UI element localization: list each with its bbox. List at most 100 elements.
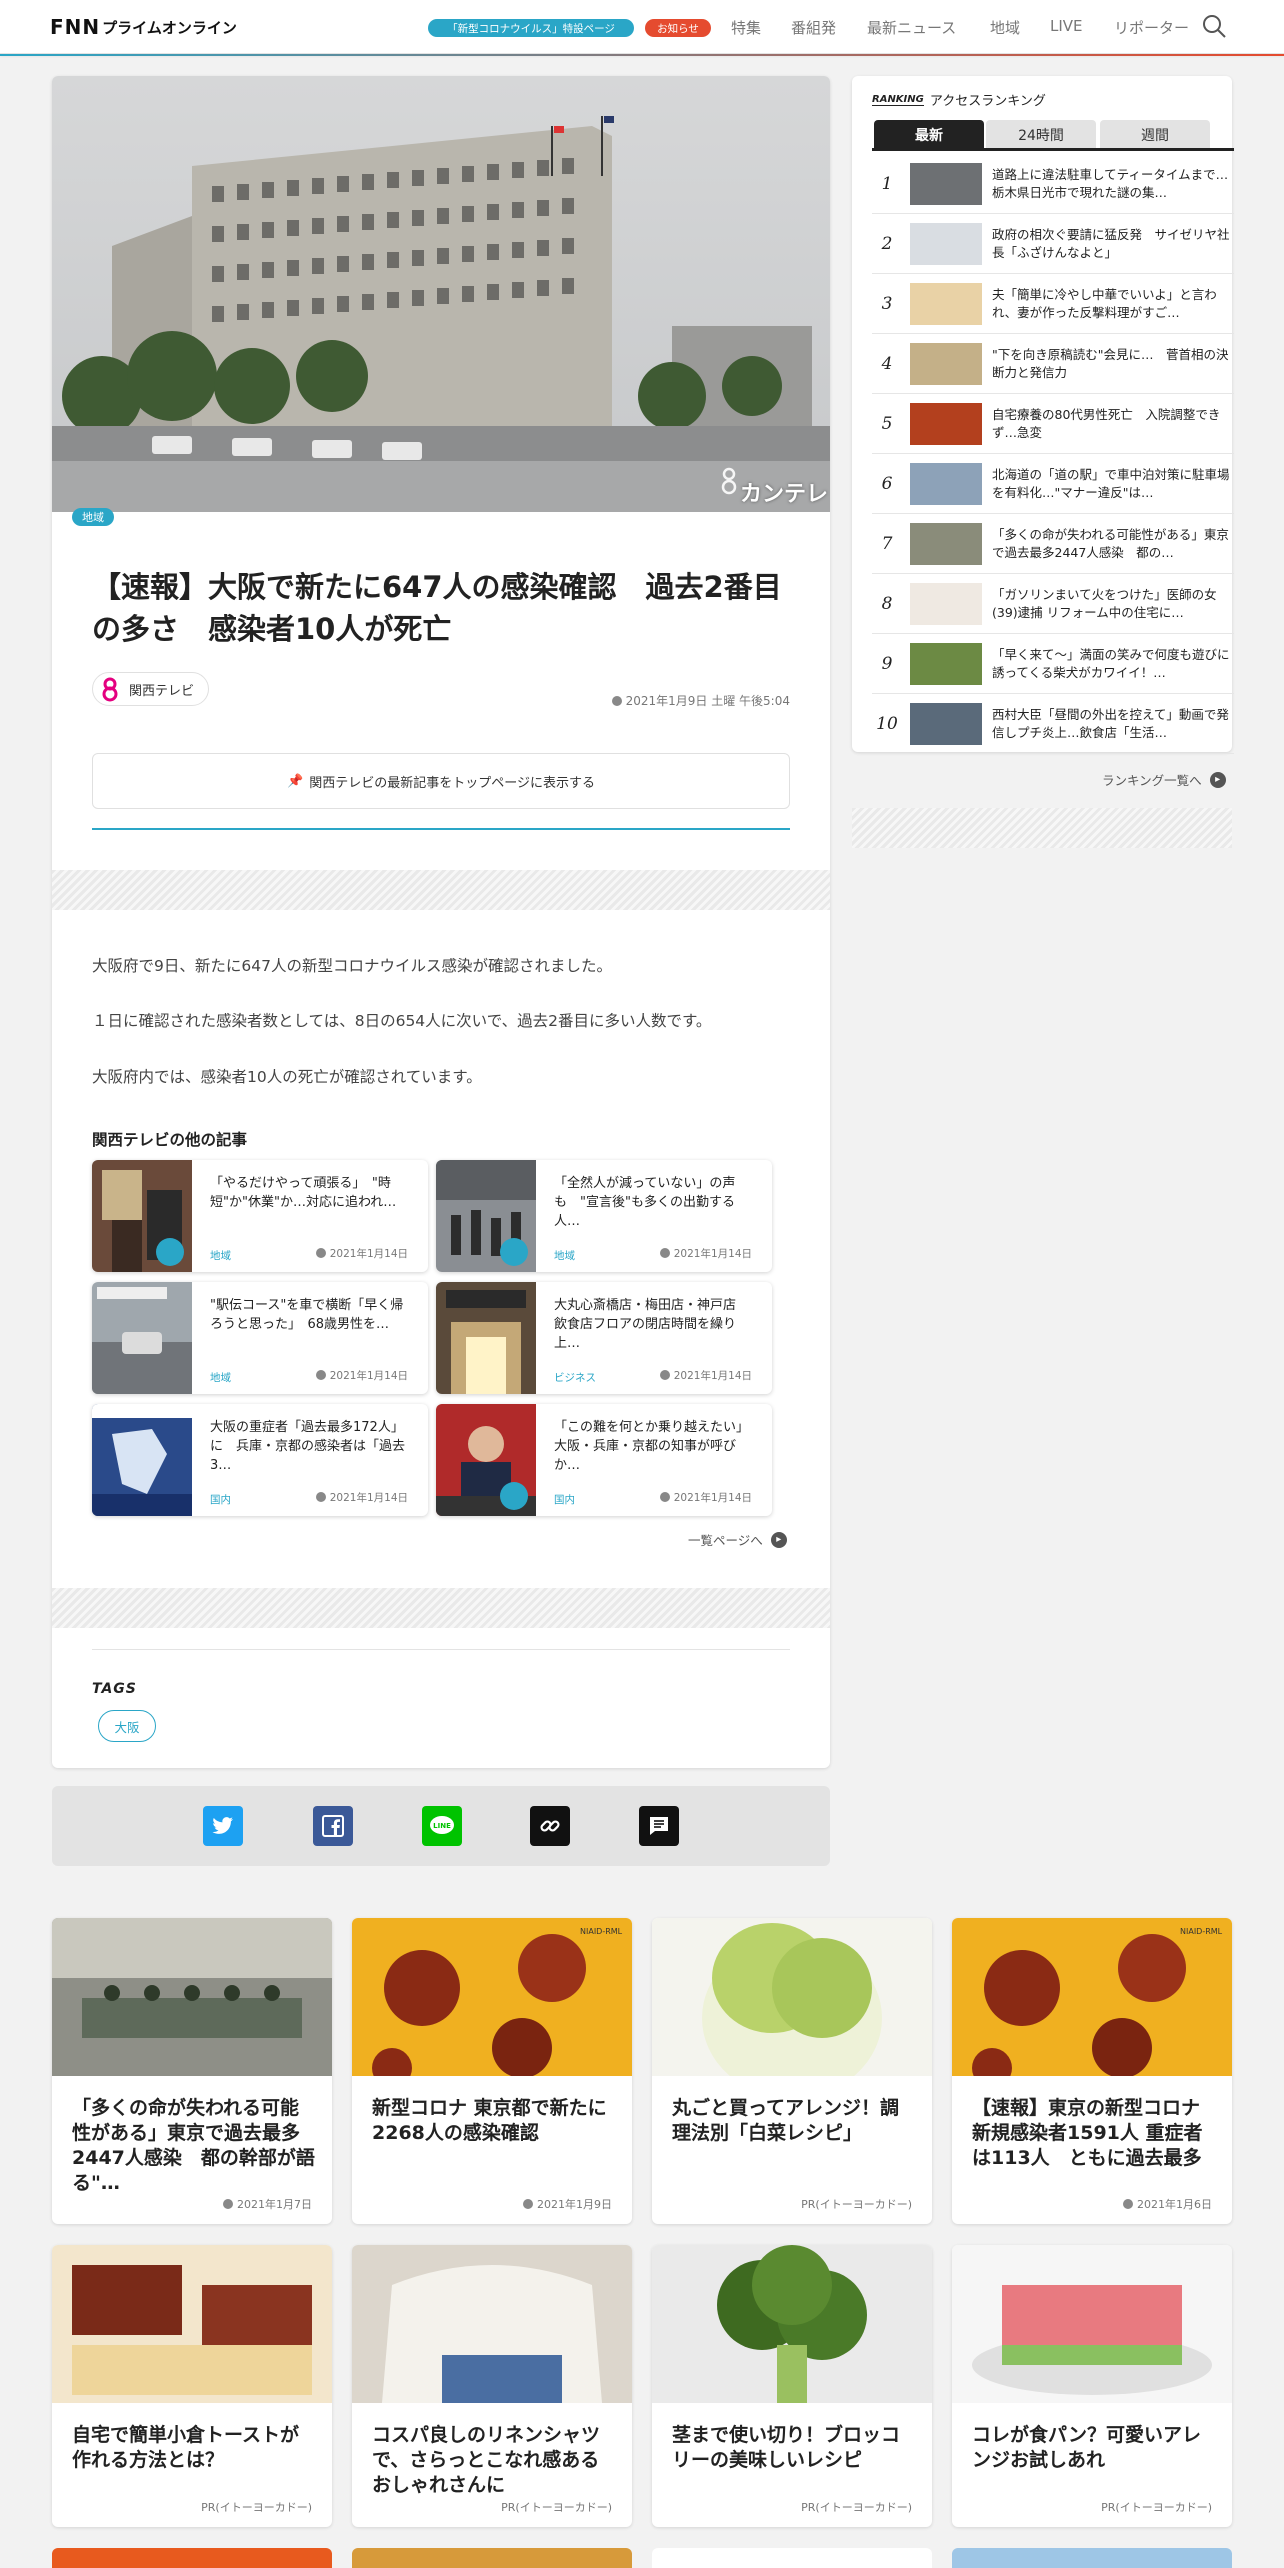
video-icon: [500, 1482, 528, 1510]
comment-icon: [650, 1817, 668, 1835]
grid-thumbnail: [52, 2245, 332, 2403]
tag-chip[interactable]: 大阪: [98, 1710, 156, 1742]
ranking-item[interactable]: 5 自宅療養の80代男性死亡 入院調整できず…急変: [872, 394, 1234, 454]
divider: [92, 828, 790, 830]
tags-heading: TAGS: [92, 1681, 137, 1697]
twitter-share-button[interactable]: [203, 1806, 243, 1846]
tab-weekly[interactable]: 週間: [1100, 120, 1210, 150]
related-article[interactable]: 大丸心斎橋店・梅田店・神戸店 飲食店フロアの閉店時間を繰り上… ビジネス 202…: [436, 1282, 772, 1394]
body-paragraph: 大阪府で9日、新たに647人の新型コロナウイルス感染が確認されました。: [92, 957, 612, 975]
facebook-icon: [322, 1815, 344, 1837]
rank-title: 「早く来て～」満面の笑みで何度も遊びに誘ってくる柴犬がカワイイ！…: [992, 647, 1230, 680]
related-article[interactable]: "駅伝コース"を車で横断「早く帰ろうと思った」 68歳男性を… 地域 2021年…: [92, 1282, 428, 1394]
rank-number: 5: [881, 414, 893, 434]
broadcaster-watermark: カンテレ: [740, 482, 829, 507]
related-category: 地域: [210, 1250, 231, 1262]
rank-thumbnail: [910, 643, 982, 685]
ranking-item[interactable]: 1 道路上に違法駐車してティータイムまで…栃木県日光市で現れた謎の集…: [872, 154, 1234, 214]
rank-number: 2: [881, 234, 893, 254]
related-date: 2021年1月14日: [659, 1368, 752, 1383]
related-title: "駅伝コース"を車で横断「早く帰ろうと思った」 68歳男性を…: [210, 1298, 404, 1332]
site-header: FNN プライムオンライン 「新型コロナウイルス」特設ページ お知らせ 特集 番…: [0, 0, 1284, 56]
ranking-more-label: ランキング一覧へ: [1102, 773, 1202, 788]
grid-thumbnail: [952, 2245, 1232, 2403]
related-date: 2021年1月14日: [315, 1246, 408, 1261]
ranking-label: RANKING: [872, 93, 924, 106]
link-icon: [540, 1820, 560, 1832]
related-article[interactable]: 「この難を何とか乗り越えたい」大阪・兵庫・京都の知事が呼びか… 国内 2021年…: [436, 1404, 772, 1516]
line-share-button[interactable]: LINE: [422, 1806, 462, 1846]
rank-number: 9: [881, 654, 893, 674]
tab-24h[interactable]: 24時間: [986, 120, 1096, 150]
nav-latest-news[interactable]: 最新ニュース: [867, 17, 956, 38]
grid-title: コスパ良しのリネンシャツで、さらっとこなれ感あるおしゃれさんに: [372, 2424, 601, 2496]
related-title: 「やるだけやって頑張る」 "時短"か"休業"か…対応に追われ…: [210, 1176, 397, 1210]
search-icon[interactable]: [1201, 13, 1227, 39]
nav-features[interactable]: 特集: [731, 17, 761, 38]
grid-thumbnail: [652, 2245, 932, 2403]
grid-article-card[interactable]: コレが食パン？可愛いアレンジお試しあれ PR(イトーヨーカドー): [952, 2245, 1232, 2527]
rank-thumbnail: [910, 703, 982, 745]
grid-thumbnail: [52, 1918, 332, 2076]
related-more-link[interactable]: 一覧ページへ ▸: [688, 1530, 787, 1549]
nav-live[interactable]: LIVE: [1050, 17, 1083, 35]
body-paragraph: 大阪府内では、感染者10人の死亡が確認されています。: [92, 1068, 482, 1086]
copy-link-button[interactable]: [530, 1806, 570, 1846]
rank-title: 政府の相次ぐ要請に猛反発 サイゼリヤ社長「ふざけんなよと」: [992, 227, 1230, 260]
grid-thumbnail: NIAID-RML: [352, 1918, 632, 2076]
tab-latest[interactable]: 最新: [874, 120, 984, 150]
facebook-share-button[interactable]: [313, 1806, 353, 1846]
grid-meta: 2021年1月9日: [523, 2196, 612, 2212]
category-badge[interactable]: 地域: [72, 508, 114, 526]
grid-card-partial[interactable]: [352, 2548, 632, 2568]
grid-card-partial[interactable]: [652, 2548, 932, 2568]
corona-special-link[interactable]: 「新型コロナウイルス」特設ページ: [428, 19, 634, 37]
ranking-item[interactable]: 7 「多くの命が失われる可能性がある」東京で過去最多2447人感染 都の…: [872, 514, 1234, 574]
grid-article-card[interactable]: 茎まで使い切り！ブロッコリーの美味しいレシピ PR(イトーヨーカドー): [652, 2245, 932, 2527]
grid-article-card[interactable]: 「多くの命が失われる可能性がある」東京で過去最多2447人感染 都の幹部が語る"…: [52, 1918, 332, 2224]
ranking-item[interactable]: 2 政府の相次ぐ要請に猛反発 サイゼリヤ社長「ふざけんなよと」: [872, 214, 1234, 274]
pin-source-button[interactable]: 📌 関西テレビの最新記事をトップページに表示する: [92, 753, 790, 809]
more-link-label: 一覧ページへ: [688, 1533, 763, 1548]
nav-reporter[interactable]: リポーター: [1114, 17, 1189, 38]
related-article[interactable]: 「やるだけやって頑張る」 "時短"か"休業"か…対応に追われ… 地域 2021年…: [92, 1160, 428, 1272]
related-article[interactable]: 「全然人が減っていない」の声も "宣言後"も多くの出勤する人… 地域 2021年…: [436, 1160, 772, 1272]
ranking-item[interactable]: 9 「早く来て～」満面の笑みで何度も遊びに誘ってくる柴犬がカワイイ！…: [872, 634, 1234, 694]
grid-article-card[interactable]: NIAID-RML 【速報】東京の新型コロナ新規感染者1591人 重症者は113人…: [952, 1918, 1232, 2224]
grid-article-card[interactable]: NIAID-RML 新型コロナ 東京都で新たに2268人の感染確認 2021年1月9…: [352, 1918, 632, 2224]
grid-thumbnail: NIAID-RML: [952, 1918, 1232, 2076]
grid-article-card[interactable]: 自宅で簡単小倉トーストが作れる方法とは？ PR(イトーヨーカドー): [52, 2245, 332, 2527]
notice-link[interactable]: お知らせ: [645, 19, 711, 37]
grid-title: 【速報】東京の新型コロナ新規感染者1591人 重症者は113人 ともに過去最多: [972, 2097, 1203, 2169]
site-logo[interactable]: FNN プライムオンライン: [50, 15, 237, 39]
rank-thumbnail: [910, 403, 982, 445]
twitter-icon: [212, 1817, 233, 1834]
grid-title: 自宅で簡単小倉トーストが作れる方法とは？: [72, 2424, 300, 2471]
grid-card-partial[interactable]: [952, 2548, 1232, 2568]
ranking-more-link[interactable]: ランキング一覧へ ▸: [1102, 770, 1226, 789]
grid-article-card[interactable]: コスパ良しのリネンシャツで、さらっとこなれ感あるおしゃれさんに PR(イトーヨーカ…: [352, 2245, 632, 2527]
related-category: 地域: [554, 1250, 575, 1262]
grid-title: コレが食パン？可愛いアレンジお試しあれ: [972, 2424, 1201, 2471]
ranking-title: RANKING アクセスランキング: [872, 90, 1046, 109]
ranking-item[interactable]: 10 西村大臣「昼間の外出を控えて」動画で発信しプチ炎上…飲食店「生活…: [872, 694, 1234, 754]
source-chip[interactable]: 関西テレビ: [92, 672, 210, 706]
rank-thumbnail: [910, 163, 982, 205]
share-bar: LINE: [52, 1786, 830, 1866]
clock-icon: [611, 696, 622, 706]
nav-programs[interactable]: 番組発: [791, 17, 836, 38]
comment-button[interactable]: [639, 1806, 679, 1846]
logo-subtitle: プライムオンライン: [102, 18, 237, 37]
article-main-image: カンテレ: [52, 76, 830, 512]
related-article[interactable]: 大阪の重症者「過去最多172人」に 兵庫・京都の感染者は「過去3… 国内 202…: [92, 1404, 428, 1516]
article-datetime: 2021年1月9日 土曜 午後5:04: [611, 692, 790, 709]
grid-card-partial[interactable]: [52, 2548, 332, 2568]
ranking-item[interactable]: 3 夫「簡単に冷やし中華でいいよ」と言われ、妻が作った反撃料理がすご…: [872, 274, 1234, 334]
ranking-item[interactable]: 8 「ガソリンまいて火をつけた」医師の女(39)逮捕 リフォーム中の住宅に…: [872, 574, 1234, 634]
header-accent-line: [0, 54, 1284, 56]
nav-region[interactable]: 地域: [990, 17, 1020, 38]
grid-article-card[interactable]: 丸ごと買ってアレンジ！調理法別「白菜レシピ」 PR(イトーヨーカドー): [652, 1918, 932, 2224]
ranking-item[interactable]: 6 北海道の「道の駅」で車中泊対策に駐車場を有料化…"マナー違反"は…: [872, 454, 1234, 514]
ranking-item[interactable]: 4 "下を向き原稿読む"会見に… 菅首相の決断力と発信力: [872, 334, 1234, 394]
related-date: 2021年1月14日: [659, 1490, 752, 1505]
